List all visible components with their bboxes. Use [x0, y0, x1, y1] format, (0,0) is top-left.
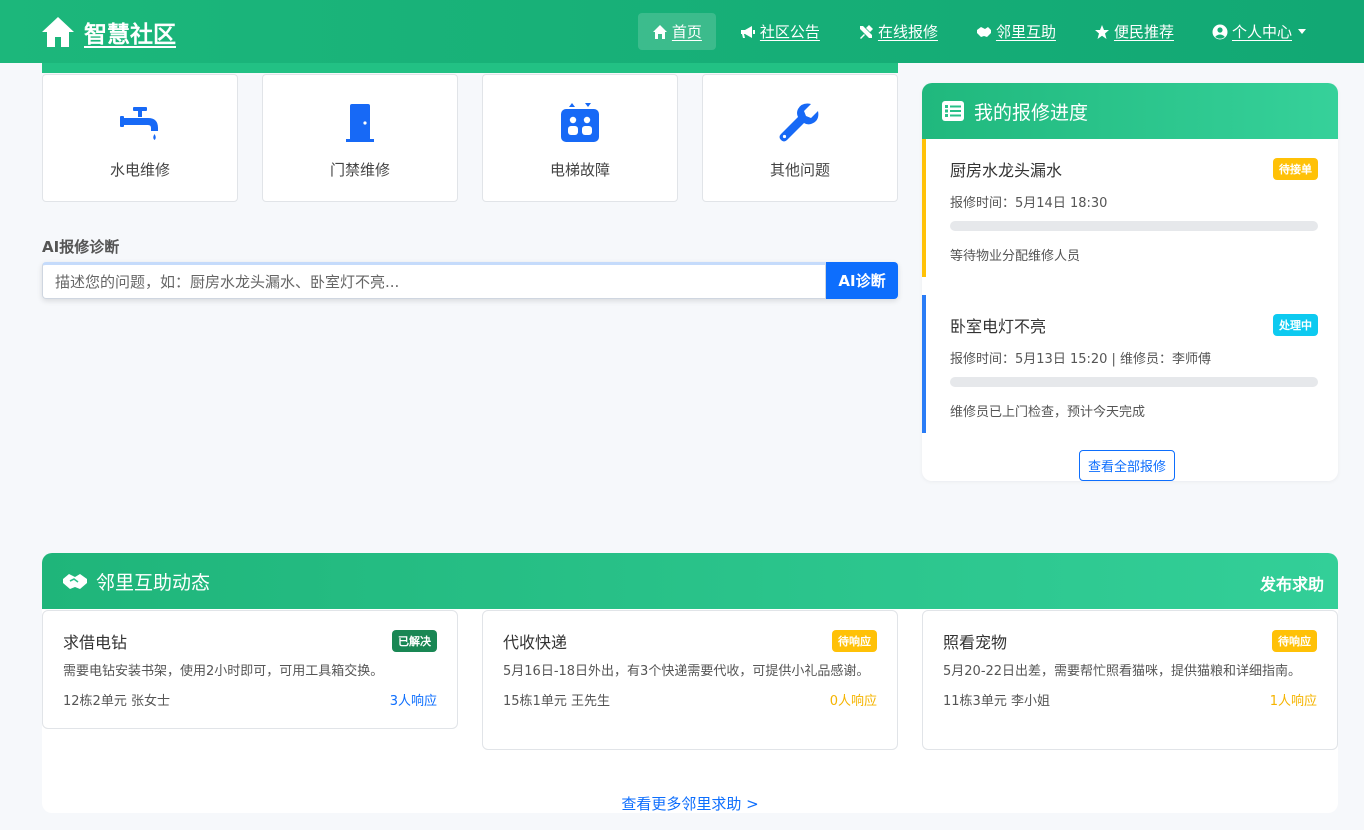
section-accent-bar — [42, 63, 898, 73]
nav-neighbor-help[interactable]: 邻里互助 — [962, 13, 1070, 50]
home-icon — [42, 17, 74, 47]
neighbor-help-panel: 邻里互助动态 发布求助 求借电钻 已解决 需要电钻安装书架，使用2小时即可，可用… — [42, 553, 1338, 813]
help-card-location: 12栋2单元 张女士 — [63, 694, 170, 709]
service-card-elevator[interactable]: 电梯故障 — [482, 74, 678, 202]
status-badge: 待接单 — [1273, 158, 1318, 180]
help-card-title: 代收快递 — [503, 633, 568, 652]
tools-icon — [859, 24, 873, 39]
handshake-icon — [63, 574, 87, 589]
ai-diagnosis-input[interactable] — [42, 262, 826, 299]
nav-recommend-label: 便民推荐 — [1113, 23, 1174, 41]
nav-neighbor-help-label: 邻里互助 — [995, 23, 1056, 41]
nav-home-label: 首页 — [671, 23, 702, 41]
help-card-location: 15栋1单元 王先生 — [503, 694, 610, 709]
service-label: 水电维修 — [109, 161, 170, 179]
service-card-other[interactable]: 其他问题 — [702, 74, 898, 202]
nav-repair-label: 在线报修 — [877, 23, 938, 41]
ai-diagnose-button[interactable]: AI诊断 — [826, 262, 898, 299]
repair-progress-panel: 我的报修进度 厨房水龙头漏水 待接单 报修时间：5月14日 18:30 等待物业… — [922, 83, 1338, 481]
nav-announcements[interactable]: 社区公告 — [726, 13, 834, 50]
status-badge: 处理中 — [1273, 314, 1318, 336]
help-card-desc: 5月20-22日出差，需要帮忙照看猫咪，提供猫粮和详细指南。 — [943, 664, 1302, 679]
door-icon — [346, 104, 374, 142]
repair-item-title: 厨房水龙头漏水 — [950, 161, 1063, 180]
user-circle-icon — [1212, 24, 1228, 39]
navbar: 智慧社区 首页 社区公告 在线报修 邻里互助 便民推荐 个人中心 — [0, 0, 1364, 63]
help-card[interactable]: 代收快递 待响应 5月16日-18日外出，有3个快递需要代收，可提供小礼品感谢。… — [482, 610, 898, 750]
ai-diagnosis-label: AI报修诊断 — [42, 238, 120, 256]
view-more-help-link[interactable]: 查看更多邻里求助 > — [42, 793, 1338, 813]
brand[interactable]: 智慧社区 — [40, 12, 176, 52]
chevron-down-icon — [1298, 29, 1306, 34]
nav-profile-dropdown[interactable]: 个人中心 — [1198, 13, 1320, 50]
service-label: 电梯故障 — [549, 161, 610, 179]
repair-item-note: 等待物业分配维修人员 — [950, 249, 1081, 264]
service-card-access-control[interactable]: 门禁维修 — [262, 74, 458, 202]
repair-item-note: 维修员已上门检查，预计今天完成 — [950, 405, 1146, 420]
help-panel-header: 邻里互助动态 发布求助 — [42, 553, 1338, 609]
status-badge: 已解决 — [392, 630, 437, 652]
help-card-responses[interactable]: 1人响应 — [1270, 690, 1317, 709]
repair-item-time: 报修时间：5月13日 15:20 | 维修员：李师傅 — [950, 352, 1212, 367]
nav-announcements-label: 社区公告 — [759, 23, 820, 41]
service-label: 其他问题 — [769, 161, 830, 179]
nav-profile-label: 个人中心 — [1231, 23, 1292, 41]
ai-diagnosis-group: AI诊断 — [42, 262, 898, 299]
service-card-water-electric[interactable]: 水电维修 — [42, 74, 238, 202]
repair-panel-header: 我的报修进度 — [922, 83, 1338, 139]
brand-title: 智慧社区 — [84, 22, 176, 48]
main-nav: 首页 社区公告 在线报修 邻里互助 便民推荐 个人中心 — [628, 13, 1320, 50]
help-card-location: 11栋3单元 李小姐 — [943, 694, 1050, 709]
repair-item[interactable]: 卧室电灯不亮 处理中 报修时间：5月13日 15:20 | 维修员：李师傅 维修… — [922, 295, 1338, 433]
publish-help-button[interactable]: 发布求助 — [1260, 571, 1324, 595]
help-card-title: 照看宠物 — [943, 633, 1008, 652]
progress-bar — [950, 377, 1318, 387]
repair-item-title: 卧室电灯不亮 — [950, 317, 1047, 336]
help-card[interactable]: 求借电钻 已解决 需要电钻安装书架，使用2小时即可，可用工具箱交换。 12栋2单… — [42, 610, 458, 729]
nav-recommend[interactable]: 便民推荐 — [1080, 13, 1188, 50]
help-card-title: 求借电钻 — [63, 633, 128, 652]
help-card[interactable]: 照看宠物 待响应 5月20-22日出差，需要帮忙照看猫咪，提供猫粮和详细指南。 … — [922, 610, 1338, 750]
nav-home[interactable]: 首页 — [637, 13, 716, 50]
elevator-icon — [561, 103, 599, 142]
wrench-icon — [779, 103, 819, 142]
progress-bar — [950, 221, 1318, 231]
megaphone-icon — [740, 25, 755, 38]
help-card-responses[interactable]: 0人响应 — [830, 690, 877, 709]
help-card-responses[interactable]: 3人响应 — [390, 690, 437, 709]
star-icon — [1094, 24, 1109, 39]
status-badge: 待响应 — [832, 630, 877, 652]
list-icon — [942, 101, 964, 121]
nav-repair[interactable]: 在线报修 — [844, 13, 952, 50]
repair-item[interactable]: 厨房水龙头漏水 待接单 报修时间：5月14日 18:30 等待物业分配维修人员 — [922, 139, 1338, 277]
service-label: 门禁维修 — [329, 161, 390, 179]
help-card-desc: 5月16日-18日外出，有3个快递需要代收，可提供小礼品感谢。 — [503, 664, 870, 679]
view-all-repairs-button[interactable]: 查看全部报修 — [1079, 450, 1176, 481]
repair-item-time: 报修时间：5月14日 18:30 — [950, 196, 1108, 211]
help-panel-title: 邻里互助动态 — [96, 571, 211, 594]
help-card-desc: 需要电钻安装书架，使用2小时即可，可用工具箱交换。 — [63, 664, 384, 679]
handshake-icon — [976, 26, 991, 37]
faucet-icon — [120, 107, 158, 140]
repair-panel-title: 我的报修进度 — [974, 101, 1089, 124]
status-badge: 待响应 — [1272, 630, 1317, 652]
home-icon — [652, 24, 667, 39]
